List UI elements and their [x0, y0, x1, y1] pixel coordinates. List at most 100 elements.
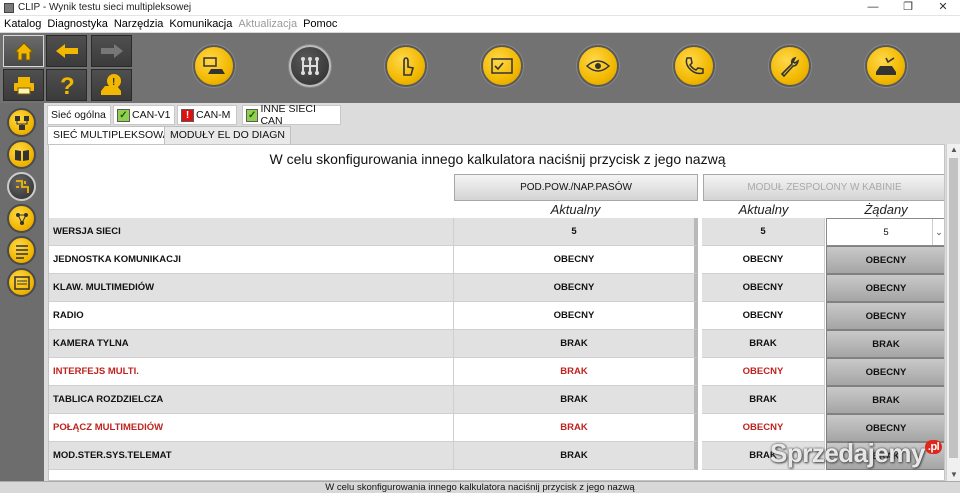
- graph-icon: [15, 212, 28, 225]
- menu-aktualizacja: Aktualizacja: [238, 18, 298, 30]
- checklist-button[interactable]: [481, 45, 523, 87]
- status-ok-icon: ✓: [117, 108, 130, 122]
- instruction-text: W celu skonfigurowania innego kalkulator…: [269, 151, 726, 167]
- actual-value-right: OBECNY: [702, 246, 825, 274]
- print-icon: [13, 77, 34, 95]
- required-value-button[interactable]: OBECNY: [826, 358, 944, 386]
- row-name: WERSJA SIECI: [49, 218, 453, 246]
- menu-bar: Katalog Diagnostyka Narzędzia Komunikacja Ak…: [0, 16, 960, 33]
- tab-can-v1[interactable]: ✓ CAN-V1: [113, 105, 175, 125]
- row-name: TABLICA ROZDZIELCZA: [49, 386, 453, 414]
- column-header-actual-left: Aktualny: [550, 202, 601, 217]
- vehicle-check-button[interactable]: [865, 45, 907, 87]
- help-icon: ?: [60, 73, 75, 97]
- menu-narzedzia[interactable]: Narzędzia: [110, 16, 166, 32]
- table-row: KLAW. MULTIMEDIÓW OBECNY OBECNY OBECNY: [49, 274, 944, 302]
- wrench-icon: [780, 56, 800, 77]
- menu-komunikacja[interactable]: Komunikacja: [165, 16, 234, 32]
- menu-pomoc[interactable]: Pomoc: [299, 16, 339, 32]
- required-value-button[interactable]: OBECNY: [826, 274, 944, 302]
- help-button[interactable]: ?: [46, 69, 87, 101]
- actual-value-left: BRAK: [453, 358, 698, 386]
- row-name: INTERFEJS MULTI.: [49, 358, 453, 386]
- touch-button[interactable]: [385, 45, 427, 87]
- back-button[interactable]: [46, 35, 87, 67]
- vehicle-info-button[interactable]: !: [91, 69, 132, 101]
- menu-katalog[interactable]: Katalog: [0, 16, 43, 32]
- gearbox-button[interactable]: [289, 45, 331, 87]
- required-value-button[interactable]: OBECNY: [826, 246, 944, 274]
- row-name: KAMERA TYLNA: [49, 330, 453, 358]
- status-ok-icon: ✓: [246, 108, 259, 122]
- back-arrow-icon: [55, 44, 78, 58]
- menu-diagnostyka[interactable]: Diagnostyka: [43, 16, 110, 32]
- title-bar: CLIP - Wynik testu sieci multipleksowej …: [0, 0, 960, 16]
- print-button[interactable]: [3, 69, 44, 101]
- ecu-select-button-right: MODUŁ ZESPOLONY W KABINIE: [703, 174, 944, 201]
- list-icon: [15, 244, 28, 259]
- restore-button[interactable]: ❐: [893, 0, 923, 16]
- sidebar-book-button[interactable]: [7, 140, 36, 169]
- network-result-panel: W celu skonfigurowania innego kalkulator…: [48, 144, 945, 481]
- actual-value-left: OBECNY: [453, 274, 698, 302]
- home-button[interactable]: [3, 35, 44, 67]
- actual-value-left: BRAK: [453, 442, 698, 470]
- table-row: KAMERA TYLNA BRAK BRAK BRAK: [49, 330, 944, 358]
- sidebar-document-button[interactable]: [7, 268, 36, 297]
- network-general-label[interactable]: Sieć ogólna: [47, 105, 111, 125]
- sub-tabs: SIEĆ MULTIPLEKSOWA MODUŁY EL DO DIAGN: [44, 126, 960, 145]
- eye-button[interactable]: [577, 45, 619, 87]
- actual-value-left: 5: [453, 218, 698, 246]
- scroll-up-icon[interactable]: ▲: [947, 144, 960, 156]
- actual-value-left: OBECNY: [453, 246, 698, 274]
- vertical-scrollbar[interactable]: ▲ ▼: [946, 144, 960, 481]
- actual-value-right: OBECNY: [702, 274, 825, 302]
- sidebar-list-button[interactable]: [7, 236, 36, 265]
- sidebar-wiring-button[interactable]: [7, 172, 36, 201]
- chevron-down-icon[interactable]: ⌄: [932, 219, 944, 245]
- vehicle-ecu-icon: [203, 57, 225, 74]
- row-name: KLAW. MULTIMEDIÓW: [49, 274, 453, 302]
- main-content: Sieć ogólna ✓ CAN-V1 ! CAN-M ✓ INNE SIEC…: [44, 103, 960, 481]
- tab-can-m[interactable]: ! CAN-M: [177, 105, 237, 125]
- network-tabs: Sieć ogólna ✓ CAN-V1 ! CAN-M ✓ INNE SIEC…: [44, 103, 960, 127]
- status-bar: W celu skonfigurowania innego kalkulator…: [0, 481, 960, 493]
- actual-value-left: BRAK: [453, 414, 698, 442]
- row-name: MOD.STER.SYS.TELEMAT: [49, 442, 453, 470]
- sidebar-network-button[interactable]: [7, 108, 36, 137]
- column-header-required: Żądany: [864, 202, 908, 217]
- status-error-icon: !: [181, 108, 194, 122]
- tab-inne-sieci-can[interactable]: ✓ INNE SIECI CAN: [242, 103, 341, 127]
- actual-value-right: OBECNY: [702, 302, 825, 330]
- close-button[interactable]: ✕: [928, 0, 958, 16]
- required-value-button[interactable]: BRAK: [826, 386, 944, 414]
- wiring-icon: [15, 179, 29, 193]
- tab-siec-multipleksowa[interactable]: SIEĆ MULTIPLEKSOWA: [47, 126, 176, 145]
- sidebar-graph-button[interactable]: [7, 204, 36, 233]
- gearbox-icon: [301, 57, 319, 75]
- required-version-select[interactable]: 5 ⌄: [826, 218, 944, 246]
- tab-moduly-el-do-diagn[interactable]: MODUŁY EL DO DIAGN: [164, 126, 291, 144]
- actual-value-left: OBECNY: [453, 302, 698, 330]
- actual-value-right: BRAK: [702, 330, 825, 358]
- row-name: RADIO: [49, 302, 453, 330]
- required-version-value: 5: [883, 227, 889, 238]
- forward-button: [91, 35, 132, 67]
- required-value-button[interactable]: OBECNY: [826, 302, 944, 330]
- column-header-actual-right: Aktualny: [738, 202, 789, 217]
- app-icon: [4, 3, 14, 13]
- phone-support-button[interactable]: [673, 45, 715, 87]
- vehicle-ecu-button[interactable]: [193, 45, 235, 87]
- scroll-down-icon[interactable]: ▼: [947, 469, 960, 481]
- vehicle-info-icon: !: [100, 74, 121, 95]
- wrench-button[interactable]: [769, 45, 811, 87]
- row-name: JEDNOSTKA KOMUNIKACJI: [49, 246, 453, 274]
- scroll-thumb[interactable]: [949, 158, 958, 458]
- svg-text:?: ?: [60, 73, 75, 97]
- required-value-button[interactable]: BRAK: [826, 330, 944, 358]
- table-row: RADIO OBECNY OBECNY OBECNY: [49, 302, 944, 330]
- forward-arrow-icon: [100, 44, 123, 58]
- table-row: WERSJA SIECI 5 5 5 ⌄: [49, 218, 944, 246]
- minimize-button[interactable]: —: [858, 0, 888, 16]
- ecu-select-button-left[interactable]: POD.POW./NAP.PASÓW: [454, 174, 698, 201]
